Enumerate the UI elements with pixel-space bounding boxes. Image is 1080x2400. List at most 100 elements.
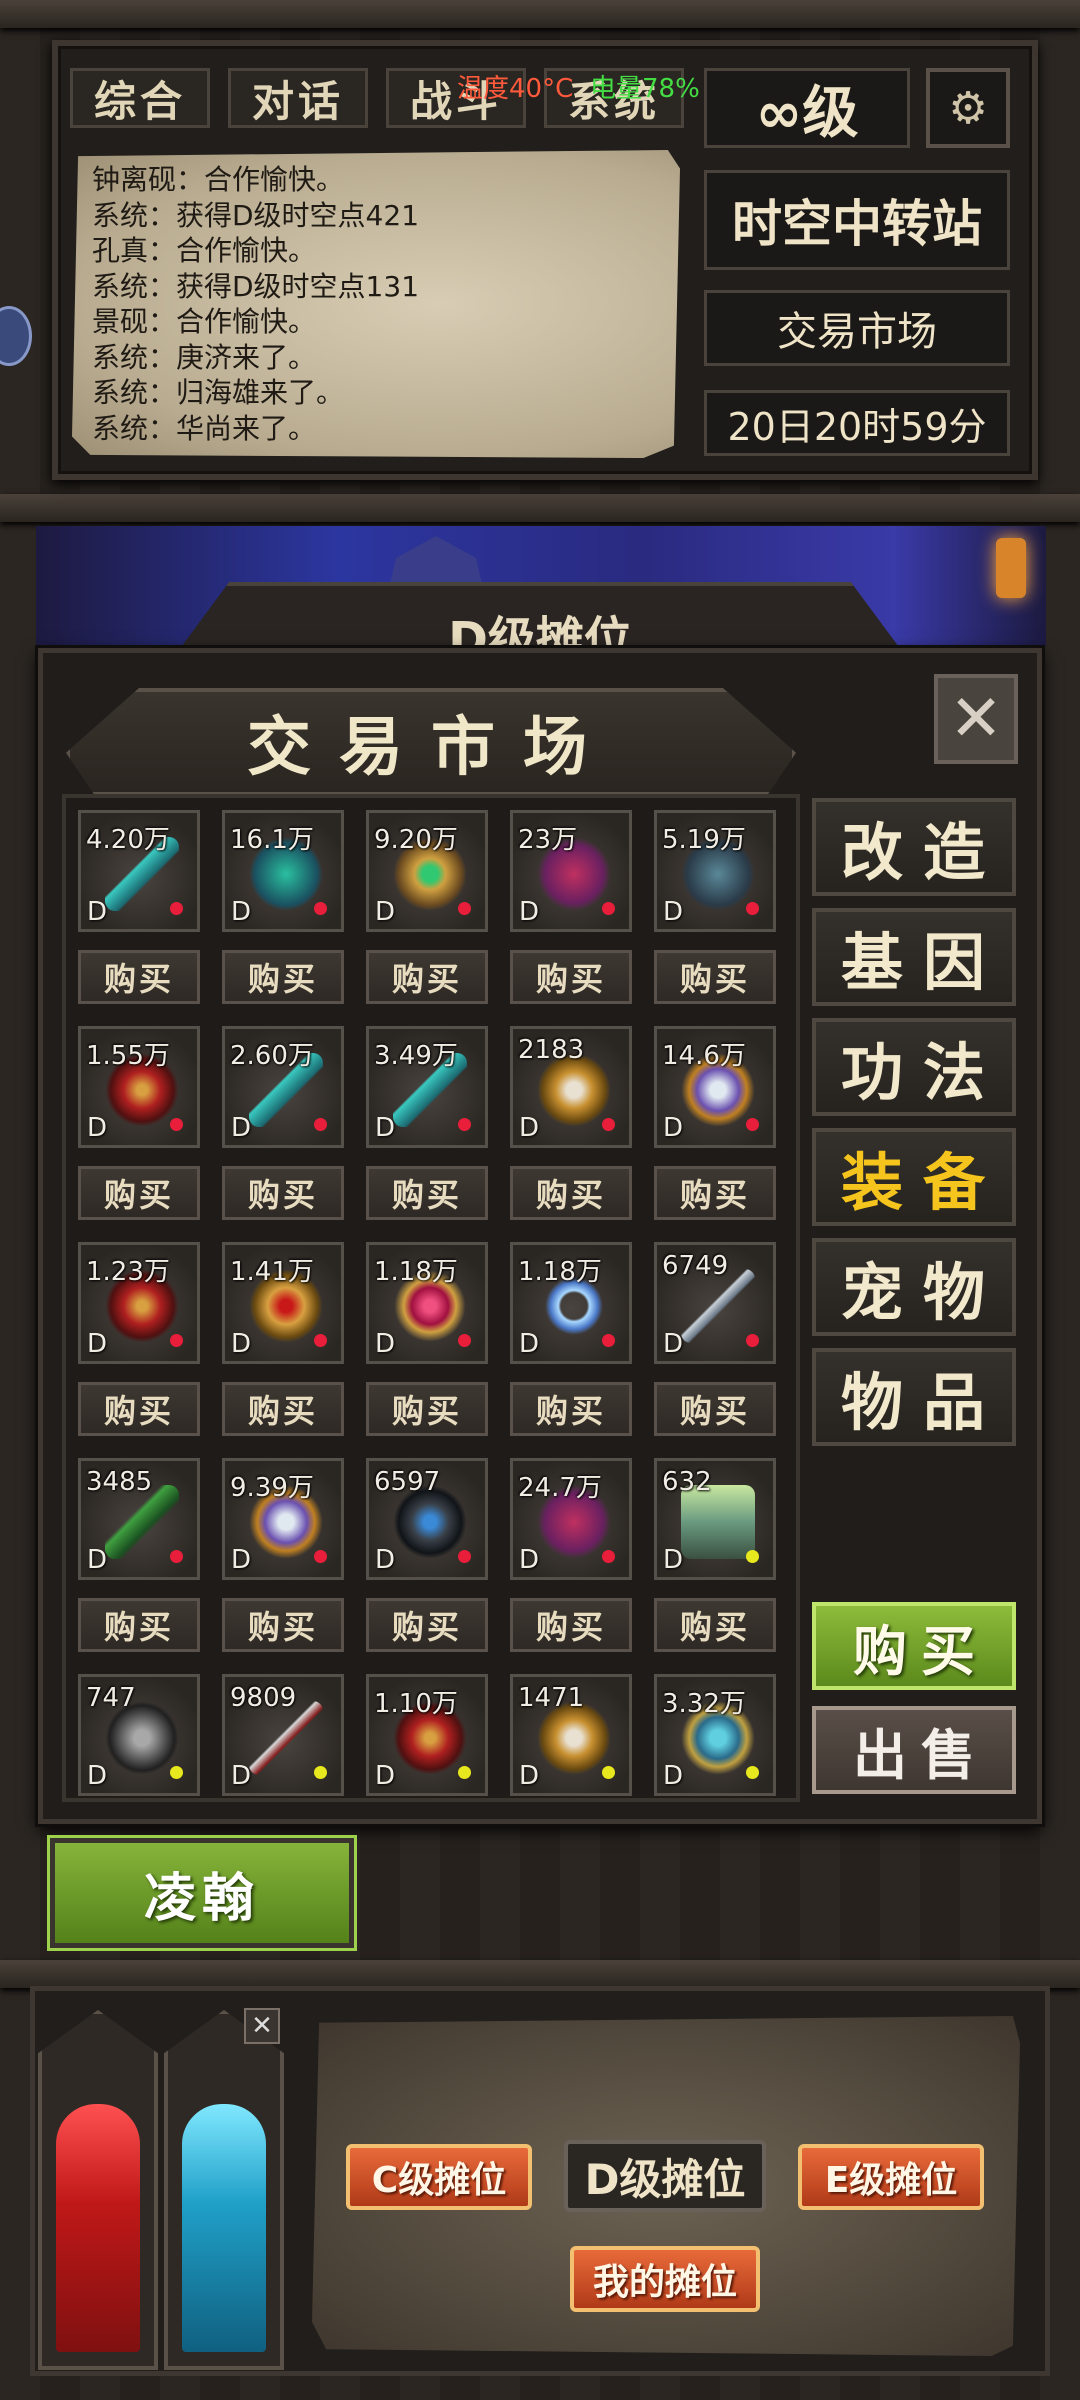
rarity-dot xyxy=(314,1334,327,1347)
item-slot[interactable]: 9.39万 D xyxy=(222,1458,344,1580)
rarity-dot xyxy=(170,902,183,915)
item-grade: D xyxy=(231,897,252,927)
item-slot[interactable]: 3485 D xyxy=(78,1458,200,1580)
buy-item-button[interactable]: 购买 xyxy=(366,1382,488,1436)
chat-line: 系统：获得D级时空点131 xyxy=(92,269,420,303)
middle-beam xyxy=(0,494,1080,522)
settings-button[interactable]: ⚙ xyxy=(926,68,1010,148)
rarity-dot xyxy=(458,1118,471,1131)
item-slot[interactable]: 6749 D xyxy=(654,1242,776,1364)
item-slot[interactable]: 23万 D xyxy=(510,810,632,932)
item-slot[interactable]: 632 D xyxy=(654,1458,776,1580)
item-slot[interactable]: 2183 D xyxy=(510,1026,632,1148)
item-slot[interactable]: 1.18万 D xyxy=(510,1242,632,1364)
item-price: 3.32万 xyxy=(662,1689,746,1719)
item-slot[interactable]: 3.32万 D xyxy=(654,1674,776,1796)
item-slot[interactable]: 1471 D xyxy=(510,1674,632,1796)
buy-item-button[interactable]: 购买 xyxy=(78,1382,200,1436)
item-slot[interactable]: 2.60万 D xyxy=(222,1026,344,1148)
tab-dialogue[interactable]: 对话 xyxy=(228,68,368,128)
rarity-dot xyxy=(458,1334,471,1347)
item-slot[interactable]: 1.18万 D xyxy=(366,1242,488,1364)
buy-item-button[interactable]: 购买 xyxy=(222,1382,344,1436)
rarity-dot xyxy=(746,902,759,915)
close-icon: ✕ xyxy=(251,2011,273,2041)
item-slot[interactable]: 1.23万 D xyxy=(78,1242,200,1364)
buy-item-button[interactable]: 购买 xyxy=(510,1598,632,1652)
item-grade: D xyxy=(519,897,540,927)
item-slot[interactable]: 9.20万 D xyxy=(366,810,488,932)
item-price: 1.18万 xyxy=(518,1257,602,1287)
temperature-status: 温度40°C xyxy=(457,74,574,104)
item-slot[interactable]: 1.10万 D xyxy=(366,1674,488,1796)
item-price: 9.20万 xyxy=(374,825,458,855)
item-price: 5.19万 xyxy=(662,825,746,855)
buy-item-button[interactable]: 购买 xyxy=(78,950,200,1004)
item-grade: D xyxy=(663,1329,684,1359)
rarity-dot xyxy=(458,1550,471,1563)
category-skill[interactable]: 功法 xyxy=(812,1018,1016,1116)
rarity-dot xyxy=(170,1118,183,1131)
player-name-button[interactable]: 凌翰 xyxy=(47,1835,357,1951)
buy-item-button[interactable]: 购买 xyxy=(366,950,488,1004)
chat-line: 孔真：合作愉快。 xyxy=(92,234,317,267)
category-equipment[interactable]: 装备 xyxy=(812,1128,1016,1226)
item-grade: D xyxy=(87,1113,108,1143)
rarity-dot xyxy=(314,902,327,915)
game-time: 20日20时59分 xyxy=(704,390,1010,456)
item-slot[interactable]: 3.49万 D xyxy=(366,1026,488,1148)
sell-mode-button[interactable]: 出售 xyxy=(812,1706,1016,1794)
item-grade: D xyxy=(519,1761,540,1791)
category-gene[interactable]: 基因 xyxy=(812,908,1016,1006)
gear-icon: ⚙ xyxy=(948,82,988,134)
item-slot[interactable]: 6597 D xyxy=(366,1458,488,1580)
buy-item-button[interactable]: 购买 xyxy=(222,950,344,1004)
item-slot[interactable]: 5.19万 D xyxy=(654,810,776,932)
item-slot[interactable]: 16.1万 D xyxy=(222,810,344,932)
item-grade: D xyxy=(375,1113,396,1143)
close-small-button[interactable]: ✕ xyxy=(244,2008,280,2044)
chat-line: 钟离砚：合作愉快。 xyxy=(92,163,345,196)
buy-item-button[interactable]: 购买 xyxy=(222,1166,344,1220)
my-stall-button[interactable]: 我的摊位 xyxy=(570,2246,760,2312)
buy-item-button[interactable]: 购买 xyxy=(654,1598,776,1652)
item-slot[interactable]: 1.55万 D xyxy=(78,1026,200,1148)
item-slot[interactable]: 9809 D xyxy=(222,1674,344,1796)
category-pet[interactable]: 宠物 xyxy=(812,1238,1016,1336)
item-grade: D xyxy=(87,1761,108,1791)
rarity-dot xyxy=(314,1118,327,1131)
item-price: 9.39万 xyxy=(230,1473,314,1503)
buy-item-button[interactable]: 购买 xyxy=(654,1382,776,1436)
buy-mode-button[interactable]: 购买 xyxy=(812,1602,1016,1690)
buy-item-button[interactable]: 购买 xyxy=(510,1166,632,1220)
item-price: 6749 xyxy=(662,1251,729,1281)
buy-item-button[interactable]: 购买 xyxy=(510,950,632,1004)
buy-item-button[interactable]: 购买 xyxy=(366,1166,488,1220)
item-slot[interactable]: 747 D xyxy=(78,1674,200,1796)
buy-item-button[interactable]: 购买 xyxy=(78,1598,200,1652)
market-title: 交易市场 xyxy=(66,688,796,796)
item-slot[interactable]: 14.6万 D xyxy=(654,1026,776,1148)
buy-item-button[interactable]: 购买 xyxy=(78,1166,200,1220)
item-grid: 4.20万 D 购买 16.1万 D 购买 9.20万 D 购买 23万 D 购买 5.19万 D 购买 1.… xyxy=(62,794,800,1802)
rarity-dot xyxy=(170,1550,183,1563)
category-items[interactable]: 物品 xyxy=(812,1348,1016,1446)
chat-line: 景砚：合作愉快。 xyxy=(92,305,317,338)
buy-item-button[interactable]: 购买 xyxy=(510,1382,632,1436)
buy-item-button[interactable]: 购买 xyxy=(366,1598,488,1652)
buy-item-button[interactable]: 购买 xyxy=(654,1166,776,1220)
item-slot[interactable]: 4.20万 D xyxy=(78,810,200,932)
buy-item-button[interactable]: 购买 xyxy=(654,950,776,1004)
grade-c-stall-button[interactable]: C级摊位 xyxy=(346,2144,532,2210)
grade-e-stall-button[interactable]: E级摊位 xyxy=(798,2144,984,2210)
item-price: 23万 xyxy=(518,825,578,855)
item-slot[interactable]: 1.41万 D xyxy=(222,1242,344,1364)
category-modify[interactable]: 改造 xyxy=(812,798,1016,896)
item-slot[interactable]: 24.7万 D xyxy=(510,1458,632,1580)
tab-general[interactable]: 综合 xyxy=(70,68,210,128)
item-grade: D xyxy=(231,1329,252,1359)
item-price: 9809 xyxy=(230,1683,297,1713)
close-button[interactable]: ✕ xyxy=(934,674,1018,764)
buy-item-button[interactable]: 购买 xyxy=(222,1598,344,1652)
grade-d-stall-button[interactable]: D级摊位 xyxy=(564,2140,766,2212)
